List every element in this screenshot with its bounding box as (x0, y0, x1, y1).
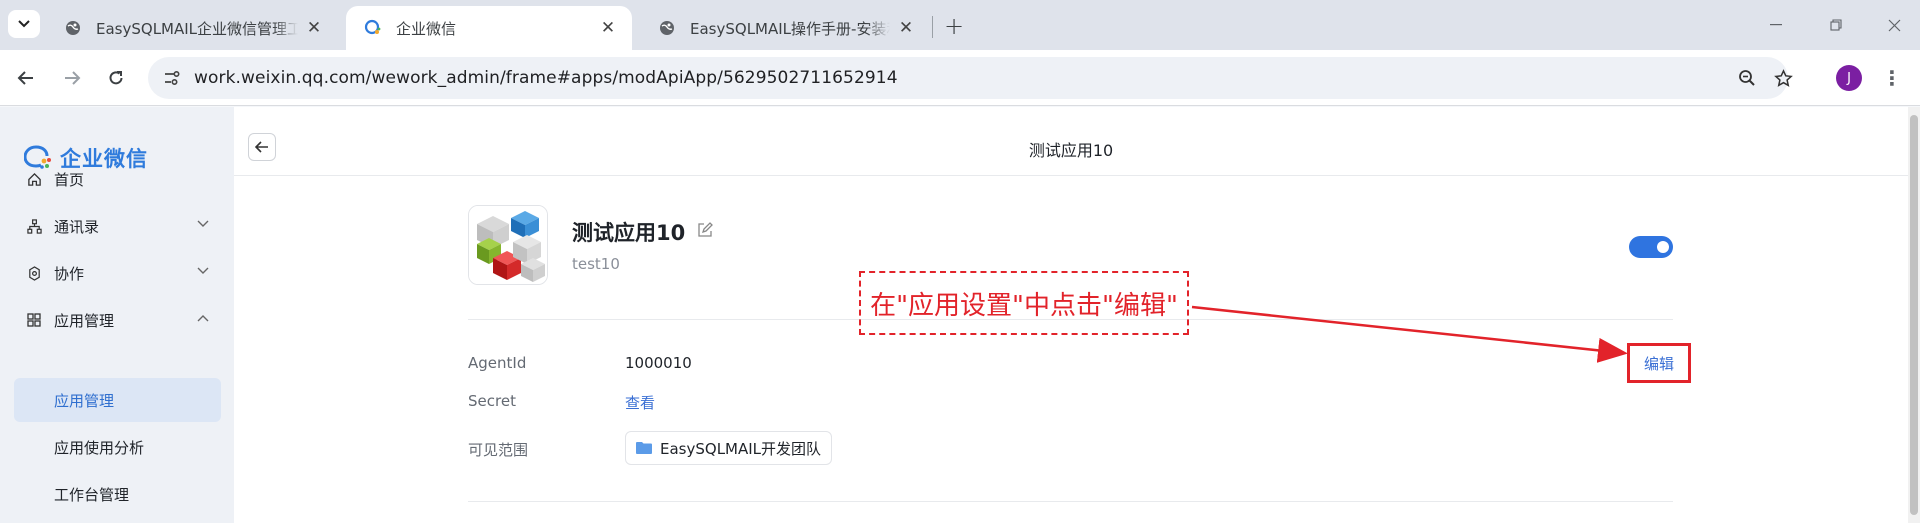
sidebar-item-workbench-management[interactable]: 工作台管理 (14, 472, 221, 516)
browser-menu-icon[interactable]: ⋮ (1882, 64, 1902, 92)
back-button[interactable] (10, 62, 42, 94)
sidebar-item-app-management-sub[interactable]: 应用管理 (14, 378, 221, 422)
site-settings-icon[interactable] (162, 68, 182, 88)
reload-icon (109, 71, 123, 85)
chevron-up-icon (197, 312, 209, 325)
reload-button[interactable] (100, 62, 132, 94)
globe-icon (64, 19, 82, 37)
browser-tab-easysqlmail-manual[interactable]: EasySQLMAIL操作手册-安装和配置 ✕ (640, 6, 930, 50)
tab-divider (932, 16, 933, 38)
minimize-icon (1770, 24, 1782, 26)
url-text[interactable]: work.weixin.qq.com/wework_admin/frame#ap… (194, 68, 898, 88)
org-chart-icon (26, 218, 42, 234)
browser-tab-easysqlmail-tool[interactable]: EasySQLMAIL企业微信管理工具 ✕ (46, 6, 338, 50)
chevron-down-icon (18, 20, 30, 28)
browser-tab-wecom[interactable]: 企业微信 ✕ (346, 6, 632, 50)
collab-icon (26, 265, 42, 281)
tab-title: EasySQLMAIL操作手册-安装和配置 (690, 19, 890, 38)
scrollbar-thumb[interactable] (1910, 115, 1918, 515)
sidebar-item-label: 应用管理 (54, 311, 115, 330)
sidebar-item-app-usage-analytics[interactable]: 应用使用分析 (14, 425, 221, 469)
sidebar-item-label: 首页 (54, 170, 85, 189)
forward-button[interactable] (56, 62, 88, 94)
browser-tab-strip: EasySQLMAIL企业微信管理工具 ✕ 企业微信 ✕ EasySQLMAIL… (0, 0, 1920, 50)
globe-icon (658, 19, 676, 37)
bookmark-star-icon[interactable] (1772, 67, 1794, 89)
sidebar: 企业微信 首页 通讯录 协作 应用管理 应用管理 应用使用分析 工作台管理 (0, 107, 234, 523)
sidebar-item-label: 应用使用分析 (54, 438, 145, 457)
close-icon[interactable]: ✕ (896, 18, 916, 38)
close-icon (1888, 19, 1900, 31)
minimize-button[interactable] (1756, 10, 1796, 40)
chevron-down-icon (197, 218, 209, 231)
sidebar-item-contacts[interactable]: 通讯录 (14, 204, 221, 248)
sidebar-item-home[interactable]: 首页 (14, 157, 221, 201)
arrow-left-icon (17, 71, 33, 85)
grid-icon (26, 312, 42, 328)
new-tab-button[interactable]: + (940, 12, 968, 40)
tab-title: EasySQLMAIL企业微信管理工具 (96, 19, 298, 38)
browser-toolbar: work.weixin.qq.com/wework_admin/frame#ap… (0, 50, 1920, 106)
tab-title: 企业微信 (396, 19, 457, 38)
annotation-arrow (1191, 305, 1628, 363)
main-panel: 测试应用10 测试应用10 test10 AgentId 1000010 Sec… (234, 107, 1908, 523)
profile-avatar[interactable]: J (1836, 65, 1862, 91)
sidebar-item-label: 工作台管理 (54, 485, 130, 504)
sidebar-item-app-management[interactable]: 应用管理 (14, 298, 221, 342)
wecom-logo-icon (364, 19, 382, 37)
close-window-button[interactable] (1874, 10, 1914, 40)
tab-search-button[interactable] (8, 10, 40, 38)
address-bar[interactable]: work.weixin.qq.com/wework_admin/frame#ap… (148, 57, 1793, 99)
restore-button[interactable] (1816, 10, 1856, 40)
sidebar-item-label: 协作 (54, 264, 85, 283)
sidebar-item-collab[interactable]: 协作 (14, 251, 221, 295)
page-scrollbar[interactable] (1908, 107, 1920, 523)
sidebar-item-label: 应用管理 (54, 391, 115, 410)
close-icon[interactable]: ✕ (304, 18, 324, 38)
chevron-down-icon (197, 265, 209, 278)
home-icon (26, 171, 42, 187)
zoom-icon[interactable] (1736, 67, 1758, 89)
sidebar-item-label: 通讯录 (54, 217, 100, 236)
arrow-right-icon (65, 71, 81, 85)
close-icon[interactable]: ✕ (598, 18, 618, 38)
restore-icon (1830, 19, 1842, 31)
